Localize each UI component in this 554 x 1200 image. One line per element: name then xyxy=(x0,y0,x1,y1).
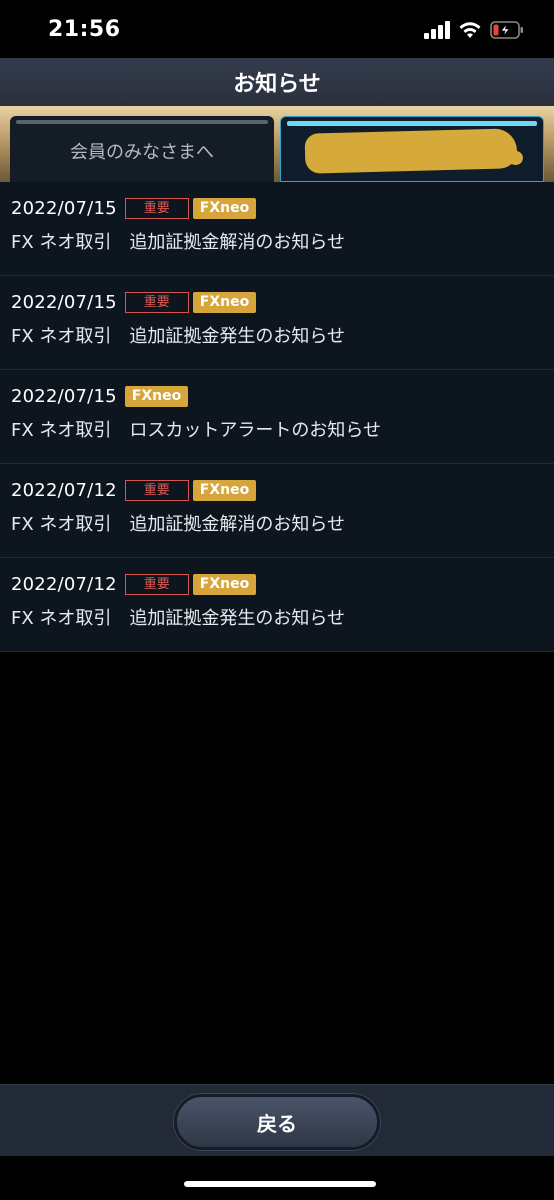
notice-date: 2022/07/15 xyxy=(11,292,117,313)
notice-meta: 2022/07/12 重要 FXneo xyxy=(11,480,257,501)
fxneo-tag: FXneo xyxy=(192,198,257,219)
wifi-icon xyxy=(459,22,481,38)
important-badge: 重要 xyxy=(124,574,189,595)
screen: 21:56 お知らせ 会員のみなさまへ 2022/07/15 重要 FXneo … xyxy=(0,0,554,1200)
notice-title: FX ネオ取引 追加証拠金発生のお知らせ xyxy=(11,326,346,347)
fxneo-tag: FXneo xyxy=(192,574,257,595)
notice-date: 2022/07/15 xyxy=(11,198,117,219)
notice-meta: 2022/07/15 重要 FXneo xyxy=(11,292,257,313)
status-bar: 21:56 xyxy=(0,0,554,58)
back-button-label: 戻る xyxy=(257,1111,297,1136)
important-badge: 重要 xyxy=(124,198,189,219)
home-indicator[interactable] xyxy=(184,1181,376,1187)
tab-account-selected[interactable] xyxy=(280,116,544,182)
tab-members-label: 会員のみなさまへ xyxy=(70,142,214,163)
page-title: お知らせ xyxy=(233,72,321,97)
notice-meta: 2022/07/12 重要 FXneo xyxy=(11,574,257,595)
tab-active-indicator xyxy=(287,121,537,126)
tab-bar: 会員のみなさまへ xyxy=(0,106,554,182)
notice-title: FX ネオ取引 ロスカットアラートのお知らせ xyxy=(11,420,382,441)
notice-title: FX ネオ取引 追加証拠金発生のお知らせ xyxy=(11,608,346,629)
header-bar: お知らせ xyxy=(0,58,554,106)
status-time: 21:56 xyxy=(48,17,121,42)
notice-item[interactable]: 2022/07/15 FXneo FX ネオ取引 ロスカットアラートのお知らせ xyxy=(0,370,554,464)
notice-meta: 2022/07/15 FXneo xyxy=(11,386,189,407)
notice-meta: 2022/07/15 重要 FXneo xyxy=(11,198,257,219)
notice-date: 2022/07/15 xyxy=(11,386,117,407)
redaction-mark xyxy=(304,128,518,174)
notice-title: FX ネオ取引 追加証拠金解消のお知らせ xyxy=(11,514,346,535)
notice-date: 2022/07/12 xyxy=(11,480,117,501)
notice-list: 2022/07/15 重要 FXneo FX ネオ取引 追加証拠金解消のお知らせ… xyxy=(0,182,554,652)
notice-item[interactable]: 2022/07/15 重要 FXneo FX ネオ取引 追加証拠金解消のお知らせ xyxy=(0,182,554,276)
notice-date: 2022/07/12 xyxy=(11,574,117,595)
fxneo-tag: FXneo xyxy=(192,480,257,501)
footer-bar: 戻る xyxy=(0,1084,554,1156)
notice-item[interactable]: 2022/07/12 重要 FXneo FX ネオ取引 追加証拠金解消のお知らせ xyxy=(0,464,554,558)
status-icons xyxy=(424,18,524,42)
important-badge: 重要 xyxy=(124,480,189,501)
fxneo-tag: FXneo xyxy=(124,386,189,407)
back-button[interactable]: 戻る xyxy=(174,1094,380,1150)
fxneo-tag: FXneo xyxy=(192,292,257,313)
tab-members[interactable]: 会員のみなさまへ xyxy=(10,116,274,182)
important-badge: 重要 xyxy=(124,292,189,313)
notice-item[interactable]: 2022/07/15 重要 FXneo FX ネオ取引 追加証拠金発生のお知らせ xyxy=(0,276,554,370)
notice-item[interactable]: 2022/07/12 重要 FXneo FX ネオ取引 追加証拠金発生のお知らせ xyxy=(0,558,554,652)
notice-title: FX ネオ取引 追加証拠金解消のお知らせ xyxy=(11,232,346,253)
cellular-signal-icon xyxy=(424,21,450,39)
tab-indicator xyxy=(16,120,268,124)
battery-low-charging-icon xyxy=(490,21,523,39)
